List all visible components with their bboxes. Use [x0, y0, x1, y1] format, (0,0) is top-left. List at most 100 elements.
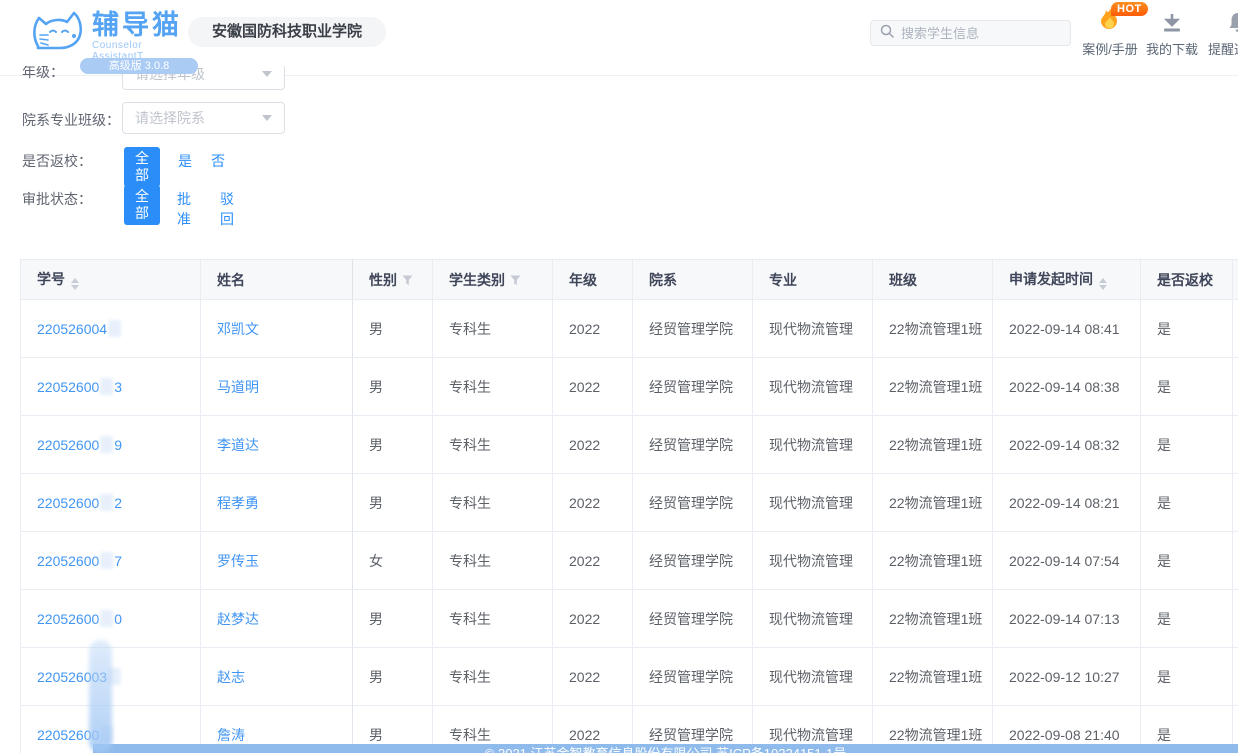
cell-grade: 2022 — [553, 474, 633, 532]
returned-option-all[interactable]: 全部 — [124, 147, 160, 187]
table-row: 220526009李道达男专科生2022经贸管理学院现代物流管理22物流管理1班… — [21, 416, 1238, 474]
student-name-link[interactable]: 罗传玉 — [217, 553, 259, 569]
cell-student-type: 专科生 — [433, 474, 553, 532]
column-label: 专业 — [769, 272, 797, 288]
search-input[interactable] — [901, 26, 1061, 41]
student-name-link[interactable]: 马道明 — [217, 379, 259, 395]
column-label: 是否返校 — [1157, 272, 1213, 288]
column-label: 申请发起时间 — [1009, 271, 1093, 287]
student-id-link[interactable]: 220526003 — [37, 669, 122, 685]
student-name-link[interactable]: 赵志 — [217, 669, 245, 685]
student-id-link[interactable]: 220526009 — [37, 437, 122, 453]
cell-class: 22物流管理1班 — [873, 648, 993, 706]
cell-returned: 是 — [1141, 300, 1233, 358]
cell-grade: 2022 — [553, 358, 633, 416]
cell-grade: 2022 — [553, 300, 633, 358]
student-name-link[interactable]: 赵梦达 — [217, 611, 259, 627]
cell-gender: 女 — [353, 532, 433, 590]
returned-option-yes[interactable]: 是 — [178, 151, 192, 171]
cell-extra — [1233, 532, 1238, 590]
filter-funnel-icon[interactable] — [402, 275, 413, 286]
cell-major: 现代物流管理 — [753, 300, 873, 358]
nav-reminders[interactable]: 提醒通知 — [1206, 2, 1238, 58]
cell-apply-time: 2022-09-12 10:27 — [993, 648, 1141, 706]
cell-apply-time: 2022-09-14 08:38 — [993, 358, 1141, 416]
cell-gender: 男 — [353, 648, 433, 706]
cell-gender: 男 — [353, 474, 433, 532]
student-name-link[interactable]: 李道达 — [217, 437, 259, 453]
footer-bar: © 2021 江苏金智教育信息股份有限公司 苏ICP备10224151-1号 — [93, 744, 1238, 753]
cell-major: 现代物流管理 — [753, 474, 873, 532]
column-header[interactable]: 性别 — [353, 260, 433, 300]
logo-text: 辅导猫 Counselor AssistantT — [92, 10, 195, 62]
column-label: 学号 — [37, 271, 65, 287]
cell-returned: 是 — [1141, 532, 1233, 590]
nav-cases-label: 案例/手册 — [1081, 39, 1139, 58]
cell-department: 经贸管理学院 — [633, 416, 753, 474]
students-table-wrap: 学号姓名性别学生类别年级院系专业班级申请发起时间是否返校 220526004邓凯… — [20, 259, 1238, 753]
filter-funnel-icon[interactable] — [510, 275, 521, 286]
cell-major: 现代物流管理 — [753, 358, 873, 416]
table-row: 220526003赵志男专科生2022经贸管理学院现代物流管理22物流管理1班2… — [21, 648, 1238, 706]
cell-major: 现代物流管理 — [753, 416, 873, 474]
approval-filter-label: 审批状态： — [22, 189, 92, 209]
column-header[interactable]: 学号 — [21, 260, 201, 300]
cell-major: 现代物流管理 — [753, 590, 873, 648]
student-id-link[interactable]: 220526002 — [37, 495, 122, 511]
search-icon — [880, 24, 894, 43]
department-select[interactable]: 请选择院系 — [122, 102, 285, 134]
sort-icon[interactable] — [71, 278, 79, 290]
column-header — [1233, 260, 1238, 300]
cell-apply-time: 2022-09-14 08:32 — [993, 416, 1141, 474]
column-header: 专业 — [753, 260, 873, 300]
student-name-link[interactable]: 詹涛 — [217, 727, 245, 743]
approval-option-approved[interactable]: 批准 — [177, 189, 191, 229]
table-row: 220526004邓凯文男专科生2022经贸管理学院现代物流管理22物流管理1班… — [21, 300, 1238, 358]
cell-student-type: 专科生 — [433, 590, 553, 648]
cell-returned: 是 — [1141, 358, 1233, 416]
student-search[interactable] — [870, 20, 1071, 46]
cat-logo-icon — [30, 8, 86, 59]
student-name-link[interactable]: 程孝勇 — [217, 495, 259, 511]
column-header: 班级 — [873, 260, 993, 300]
student-id-link[interactable]: 220526003 — [37, 379, 122, 395]
download-icon — [1162, 13, 1182, 36]
nav-my-downloads[interactable]: 我的下载 — [1143, 2, 1201, 58]
chevron-down-icon — [262, 71, 272, 77]
nav-cases-manual[interactable]: HOT 案例/手册 — [1081, 2, 1139, 58]
column-header: 是否返校 — [1141, 260, 1233, 300]
cell-returned: 是 — [1141, 590, 1233, 648]
redacted-text — [100, 726, 113, 743]
cell-major: 现代物流管理 — [753, 532, 873, 590]
table-row: 220526000赵梦达男专科生2022经贸管理学院现代物流管理22物流管理1班… — [21, 590, 1238, 648]
sort-icon[interactable] — [1099, 278, 1107, 290]
nav-reminders-label: 提醒通知 — [1208, 39, 1238, 58]
student-name-link[interactable]: 邓凯文 — [217, 321, 259, 337]
approval-option-rejected[interactable]: 驳回 — [220, 189, 234, 229]
cell-extra — [1233, 648, 1238, 706]
cell-department: 经贸管理学院 — [633, 474, 753, 532]
approval-option-all[interactable]: 全部 — [124, 185, 160, 225]
cell-extra — [1233, 358, 1238, 416]
column-label: 学生类别 — [449, 272, 505, 288]
cell-grade: 2022 — [553, 648, 633, 706]
column-header[interactable]: 学生类别 — [433, 260, 553, 300]
redacted-text — [100, 436, 113, 453]
cell-class: 22物流管理1班 — [873, 474, 993, 532]
student-id-link[interactable]: 220526007 — [37, 553, 122, 569]
cell-gender: 男 — [353, 590, 433, 648]
cell-extra — [1233, 300, 1238, 358]
cell-department: 经贸管理学院 — [633, 648, 753, 706]
column-header: 年级 — [553, 260, 633, 300]
cell-apply-time: 2022-09-14 07:13 — [993, 590, 1141, 648]
redacted-text — [100, 552, 113, 569]
column-header[interactable]: 申请发起时间 — [993, 260, 1141, 300]
student-id-link[interactable]: 220526000 — [37, 611, 122, 627]
returned-option-no[interactable]: 否 — [211, 151, 225, 171]
app-logo[interactable]: 辅导猫 Counselor AssistantT 高级版 3.0.8 — [30, 6, 195, 68]
cell-student-type: 专科生 — [433, 532, 553, 590]
page-header: 辅导猫 Counselor AssistantT 高级版 3.0.8 安徽国防科… — [0, 0, 1238, 66]
student-id-link[interactable]: 220526004 — [37, 321, 122, 337]
student-id-link[interactable]: 22052600 — [37, 727, 114, 743]
redacted-text — [100, 610, 113, 627]
